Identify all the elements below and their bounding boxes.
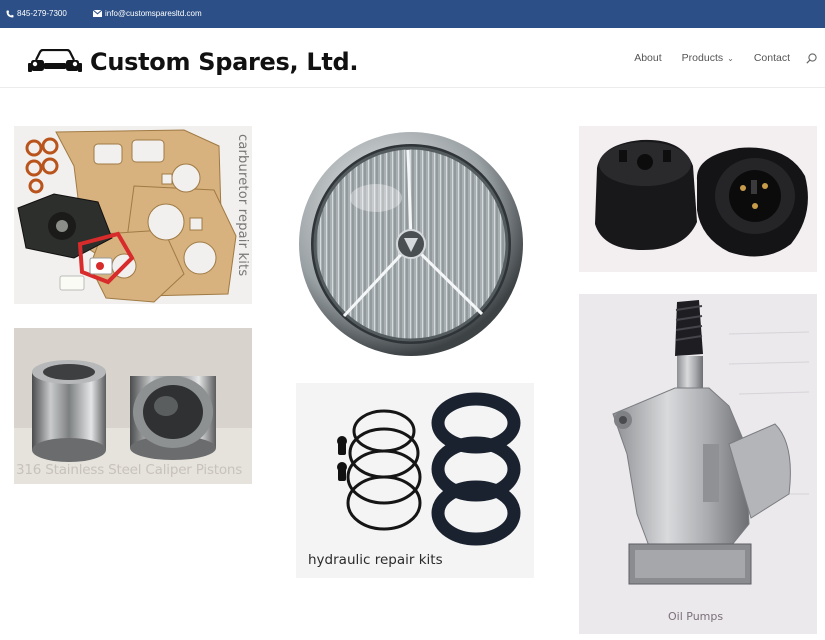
distributor-caps-photo [579,126,817,272]
oil-pumps-tile[interactable]: Oil Pumps [579,294,817,634]
site-header: Custom Spares, Ltd. About Products ⌄ Cont… [0,28,825,88]
site-logo[interactable]: Custom Spares, Ltd. [28,48,359,76]
carburetor-kits-tile[interactable]: carburetor repair kits [14,126,252,304]
main-nav: About Products ⌄ Contact [634,52,817,64]
brand-name: Custom Spares, Ltd. [90,48,359,76]
nav-contact[interactable]: Contact [754,52,790,64]
nav-about[interactable]: About [634,52,661,64]
search-icon[interactable] [806,52,817,64]
nav-products[interactable]: Products ⌄ [682,52,734,64]
carburetor-caption: carburetor repair kits [235,134,250,277]
distributor-caps-tile[interactable] [579,126,817,272]
top-contact-bar: 845-279-7300 info@customsparesltd.com [0,0,825,28]
headlamp-tile[interactable] [296,128,534,360]
hydraulic-seals-photo [296,383,534,578]
car-logo-icon [28,49,82,72]
nav-products-label: Products [681,52,724,64]
carburetor-gaskets-photo [17,129,237,303]
caliper-pistons-tile[interactable]: 316 Stainless Steel Caliper Pistons [14,328,252,484]
caliper-pistons-photo [14,328,252,484]
chevron-down-icon: ⌄ [727,54,734,63]
hydraulic-caption: hydraulic repair kits [308,552,443,568]
phone-icon [6,10,14,17]
email-address: info@customsparesltd.com [105,9,202,18]
email-link[interactable]: info@customsparesltd.com [93,9,202,18]
headlamp-photo [299,132,523,356]
phone-number: 845-279-7300 [17,9,67,18]
oil-pump-photo [579,294,817,634]
phone-link[interactable]: 845-279-7300 [6,9,67,18]
mail-icon [93,10,102,17]
hydraulic-kits-tile[interactable]: hydraulic repair kits [296,383,534,578]
pistons-caption: 316 Stainless Steel Caliper Pistons [16,462,243,478]
oil-pumps-caption: Oil Pumps [668,610,724,623]
